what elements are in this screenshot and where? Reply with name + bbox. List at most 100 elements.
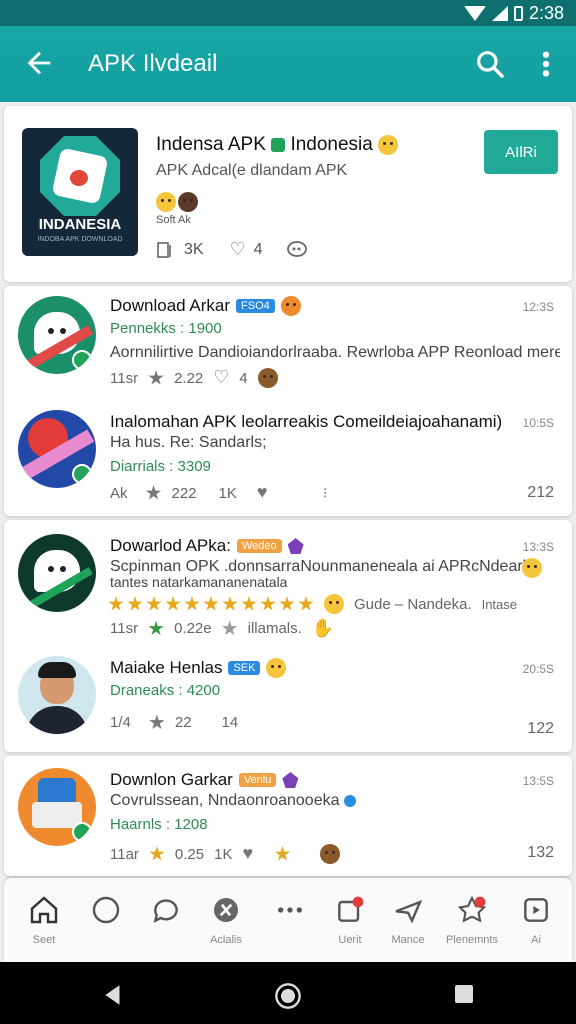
item-count: 122: [527, 720, 554, 737]
wifi-icon: [463, 6, 486, 21]
home-icon: [30, 896, 58, 924]
app-icon-brand: INDANESIA: [38, 216, 122, 233]
nav-mance[interactable]: Mance: [378, 890, 438, 954]
nav-label: Aclalis: [210, 934, 242, 946]
hero-action-button[interactable]: AIlRi: [484, 130, 558, 174]
item-count: 212: [527, 484, 554, 501]
star-icon: [149, 846, 165, 861]
item-meta-3: 1K: [214, 845, 233, 863]
star-icon: [148, 370, 164, 385]
item-description-text: Covrulssean, Nndaonroanooeka: [110, 792, 340, 809]
item-meta-3: 1K: [218, 484, 237, 502]
hero-stats: 3K 4: [156, 239, 308, 260]
item-meta: 1/4 22 14: [110, 714, 238, 731]
item-meta-2: 0.25: [174, 845, 205, 863]
video-icon: [524, 898, 548, 922]
item-tag: SEK: [228, 661, 261, 675]
hero-title-main: Indensa APK: [156, 134, 266, 155]
nav-label: Uerit: [338, 934, 362, 946]
item-meta-3: 4: [239, 369, 248, 387]
item-stat: Pennekks : 1900: [110, 320, 222, 337]
item-meta-1: 11ar: [110, 845, 139, 863]
app-bar: APK Ilvdeail: [0, 26, 576, 102]
rating-text: Gude – Nandeka.: [354, 595, 472, 613]
emoji-icon: [178, 192, 198, 212]
item-description: Aornnilirtive Dandioiandorlraaba. Rewrlo…: [110, 344, 560, 361]
nav-label: Seet: [32, 934, 56, 946]
avatar: [18, 656, 96, 734]
search-icon[interactable]: [474, 48, 506, 80]
download-count-icon: [157, 242, 171, 258]
app-icon[interactable]: INDANESIA INDOBA APK DOWNLOAD: [22, 128, 138, 256]
item-time: 10:5S: [522, 416, 554, 430]
comment-icon[interactable]: [286, 240, 308, 260]
nav-uerit[interactable]: Uerit: [320, 890, 380, 954]
list-item[interactable]: Dowarlod APka: Wedeo 13:3S Scpinman OPK …: [4, 520, 572, 644]
gem-icon: [282, 772, 299, 788]
status-time: 2:38: [528, 3, 564, 23]
like-icon[interactable]: [230, 239, 246, 260]
emoji-icon: [257, 368, 278, 388]
more-options-icon[interactable]: [534, 48, 558, 80]
hero-stat-likes: 4: [253, 241, 263, 258]
back-triangle-icon[interactable]: [100, 982, 126, 1008]
signal-icon: [491, 6, 508, 21]
nav-home[interactable]: Seet: [14, 890, 74, 954]
like-icon[interactable]: [257, 482, 273, 503]
nav-placements[interactable]: Plenemnts: [442, 890, 502, 954]
tools-icon: [214, 898, 238, 922]
hero-title-tail: Indonesia: [290, 134, 373, 155]
hero-title: Indensa APK Indonesia: [156, 134, 399, 156]
plane-icon: [395, 899, 423, 924]
item-meta: Ak 222 1K ⁝: [110, 482, 328, 503]
recents-square-icon[interactable]: [452, 982, 476, 1006]
chat-bubble-icon: [153, 899, 178, 923]
item-time: 20:5S: [522, 662, 554, 676]
nav-label: Mance: [391, 934, 425, 946]
listing-card: Dowarlod APka: Wedeo 13:3S Scpinman OPK …: [4, 520, 572, 752]
like-icon[interactable]: [242, 843, 258, 864]
item-title: Maiake Henlas SEK: [110, 658, 287, 678]
thumbs-up-icon[interactable]: ✋: [312, 618, 334, 639]
item-meta-3: illamals.: [247, 620, 302, 637]
nav-video[interactable]: Ai: [506, 890, 566, 954]
app-icon-subtext: INDOBA APK DOWNLOAD: [37, 236, 123, 243]
item-title: Download Arkar FSO4: [110, 296, 301, 316]
item-description-2: tantes natarkamananenatala: [110, 574, 288, 590]
item-tag: FSO4: [236, 299, 275, 313]
item-title: Downlon Garkar Venlu: [110, 770, 299, 790]
battery-icon: [513, 6, 523, 21]
star-icon: [274, 846, 291, 861]
item-title: Dowarlod APka: Wedeo: [110, 536, 304, 556]
avatar: [18, 410, 96, 488]
item-meta-3: 14: [221, 714, 239, 731]
item-title-text: Maiake Henlas: [110, 658, 223, 677]
back-arrow-icon[interactable]: [22, 46, 56, 80]
item-time: 12:3S: [522, 300, 554, 314]
item-stat: Diarrials : 3309: [110, 458, 211, 475]
listing-card: Download Arkar FSO4 12:3S Pennekks : 190…: [4, 286, 572, 516]
list-item[interactable]: Download Arkar FSO4 12:3S Pennekks : 190…: [4, 286, 572, 398]
emoji-icon: [324, 594, 344, 614]
info-dots-icon[interactable]: ⁝: [323, 484, 328, 502]
list-item[interactable]: Maiake Henlas SEK 20:5S Draneaks : 4200 …: [4, 644, 572, 752]
nav-activities[interactable]: Aclalis: [196, 890, 256, 954]
nav-label: Plenemnts: [446, 934, 498, 946]
list-item[interactable]: Downlon Garkar Venlu 13:5S Covrulssean, …: [4, 756, 572, 876]
item-meta-2: 222: [171, 484, 197, 502]
item-title-text: Download Arkar: [110, 296, 231, 315]
rating-tail: Intase: [481, 596, 518, 612]
home-circle-icon[interactable]: [274, 982, 302, 1010]
star-badge-icon: [457, 895, 487, 923]
star-icon: [149, 714, 165, 730]
rating-stars: [108, 596, 314, 612]
nav-more[interactable]: [260, 890, 320, 954]
item-title-text: Downlon Garkar: [110, 770, 233, 789]
circle-icon: [92, 896, 120, 924]
like-icon[interactable]: [213, 367, 229, 388]
listing-card: Downlon Garkar Venlu 13:5S Covrulssean, …: [4, 756, 572, 876]
nav-chat[interactable]: [136, 890, 196, 954]
nav-circle[interactable]: [76, 890, 136, 954]
status-bar: 2:38: [0, 0, 576, 26]
list-item[interactable]: Inalomahan APK leolarreakis Comeildeiajo…: [4, 398, 572, 516]
